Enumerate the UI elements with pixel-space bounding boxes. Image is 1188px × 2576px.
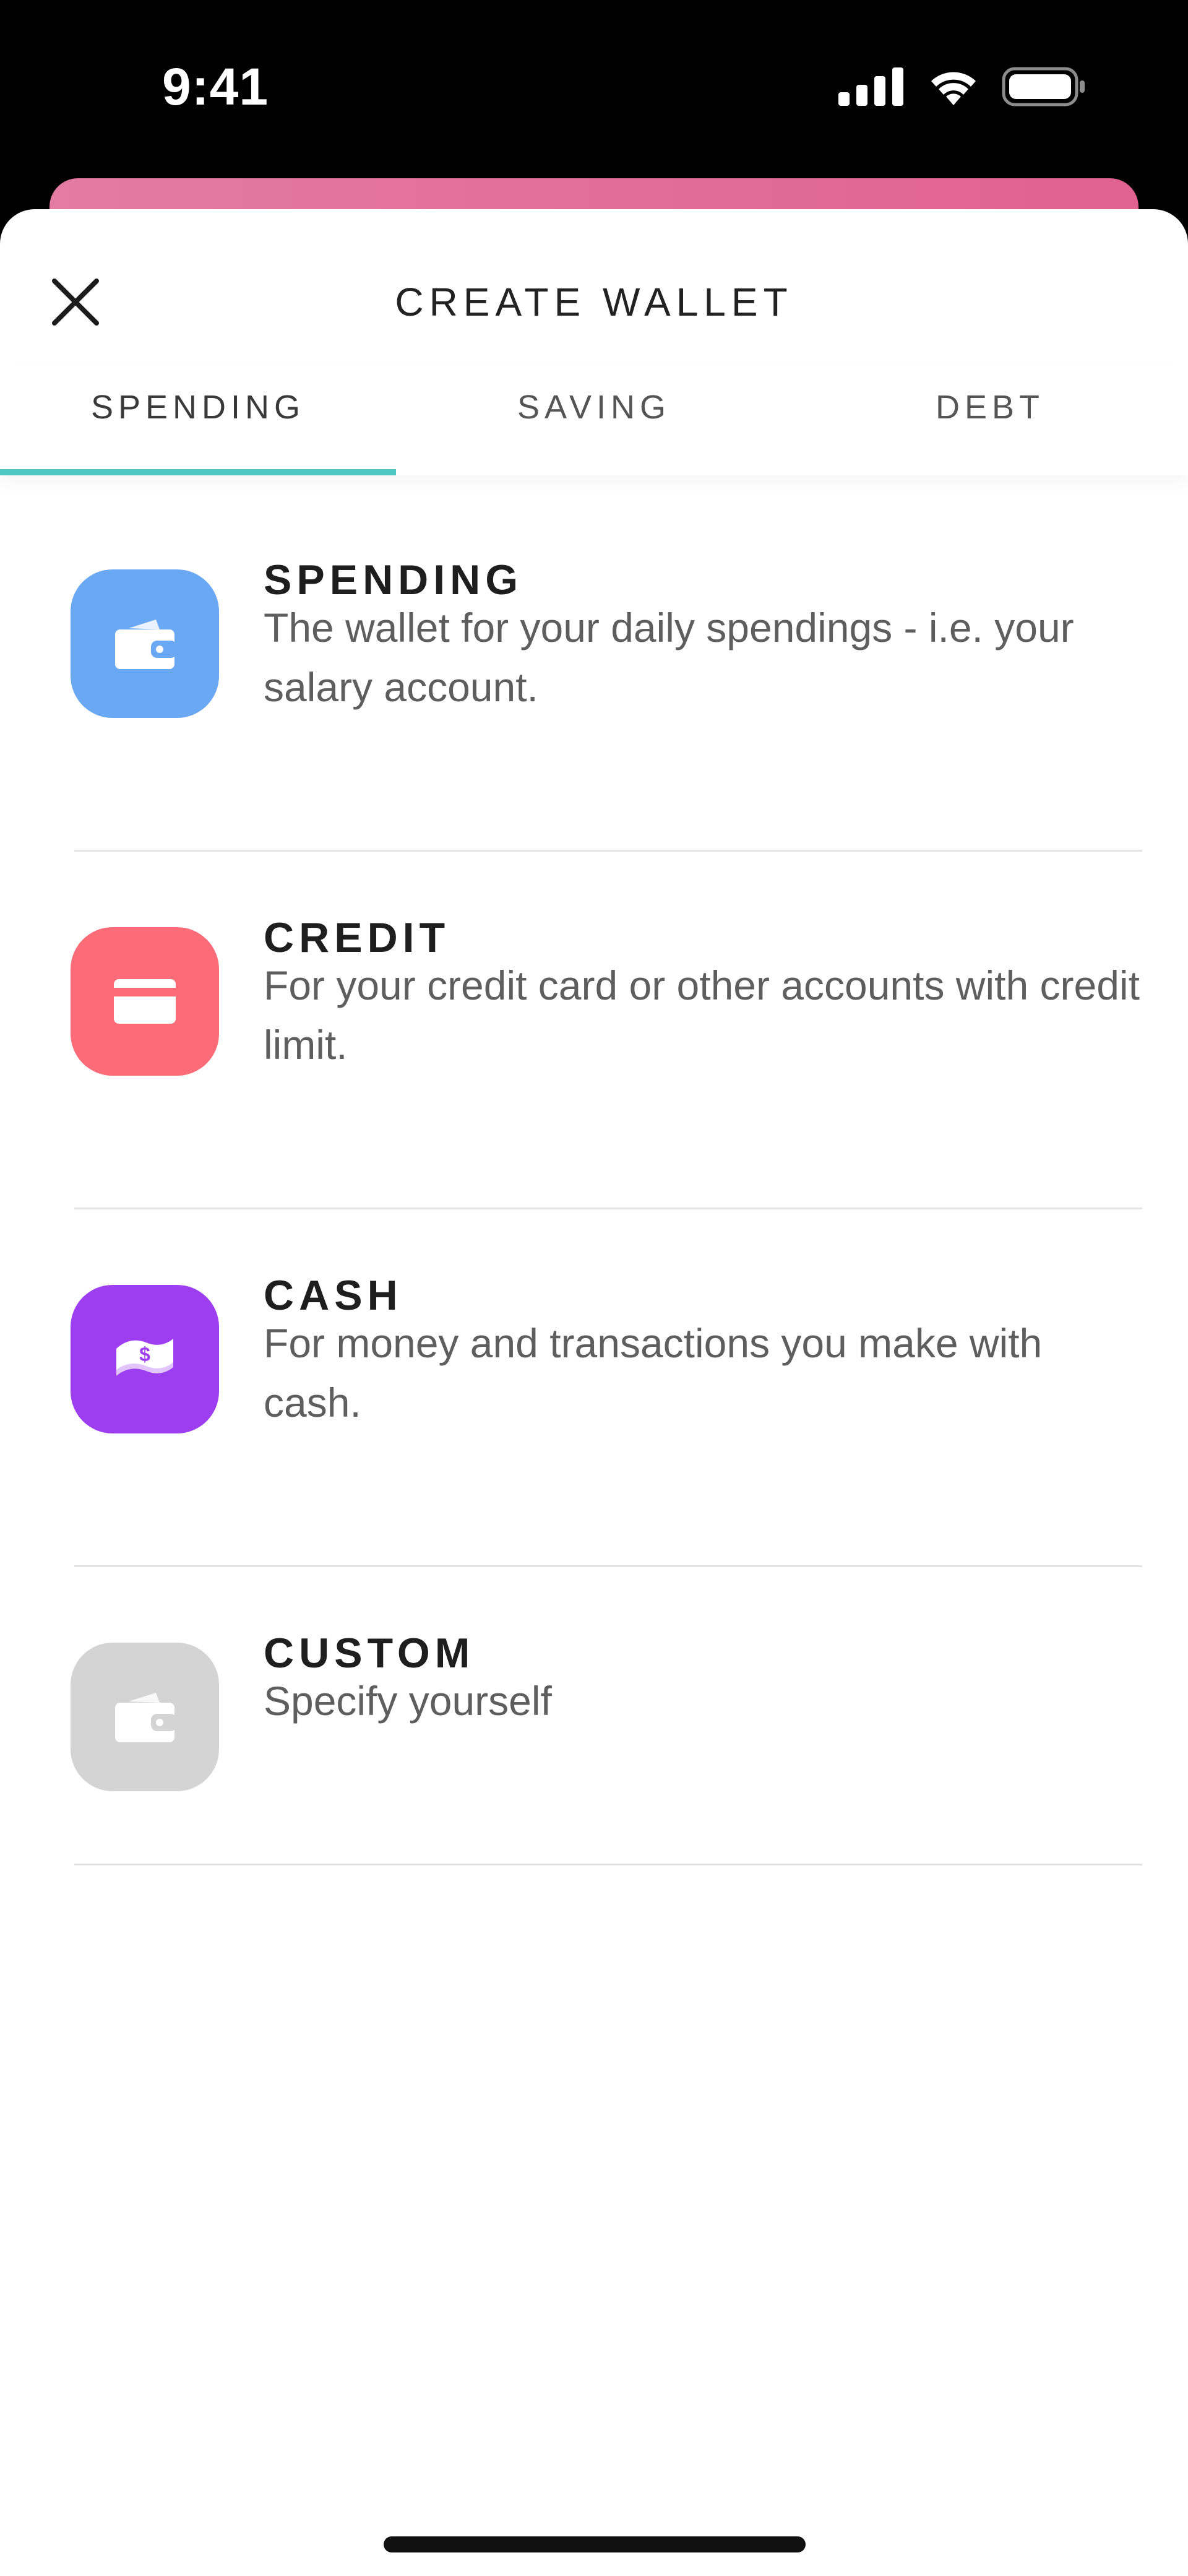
tab-saving[interactable]: SAVING [396,364,792,475]
wallet-type-list: SPENDING The wallet for your daily spend… [0,494,1188,1865]
home-indicator[interactable] [384,2536,806,2552]
tab-label: SPENDING [90,389,306,426]
list-divider [74,1864,1142,1865]
custom-tile [71,1643,219,1791]
wallet-type-description: Specify yourself [264,1678,552,1724]
tab-label: SAVING [517,389,671,426]
wallet-type-custom[interactable]: CUSTOM Specify yourself [0,1567,1188,1865]
wallet-type-description: For your credit card or other accounts w… [264,962,1140,1068]
tab-label: DEBT [935,389,1045,426]
wallet-type-title: CASH [264,1272,403,1319]
status-bar: 9:41 [0,0,1188,179]
wallet-type-title: CREDIT [264,914,450,961]
page-title: CREATE WALLET [395,280,793,324]
svg-text:$: $ [139,1343,150,1365]
status-icons [838,67,1086,110]
status-time: 9:41 [162,58,269,116]
wifi-icon [926,67,981,110]
cellular-signal-icon [838,67,905,109]
wallet-type-title: CUSTOM [264,1630,475,1677]
credit-tile [71,927,219,1076]
create-wallet-sheet: CREATE WALLET SPENDING SAVING DEBT SPEND… [0,209,1188,2576]
wallet-type-description: For money and transactions you make with… [264,1320,1043,1425]
wallet-type-spending[interactable]: SPENDING The wallet for your daily spend… [0,494,1188,852]
battery-icon [1002,67,1086,110]
wallet-type-cash[interactable]: $ CASH For money and transactions you ma… [0,1209,1188,1567]
wallet-type-credit[interactable]: CREDIT For your credit card or other acc… [0,852,1188,1209]
sheet-header: CREATE WALLET [0,209,1188,333]
cash-icon: $ [116,1339,173,1376]
cash-tile: $ [71,1285,219,1433]
wallet-type-title: SPENDING [264,556,523,603]
tab-debt[interactable]: DEBT [792,364,1188,475]
screen: 9:41 CREATE WALLET SPENDING SAVING DEBT … [0,0,1188,2576]
credit-card-icon [114,979,176,1024]
wallet-type-description: The wallet for your daily spendings - i.… [264,605,1074,710]
tab-spending[interactable]: SPENDING [0,364,396,475]
wallet-icon [115,1693,177,1742]
wallet-icon [115,620,177,669]
spending-tile [71,569,219,718]
wallet-category-tabs: SPENDING SAVING DEBT [0,364,1188,475]
tab-active-indicator [0,469,396,475]
